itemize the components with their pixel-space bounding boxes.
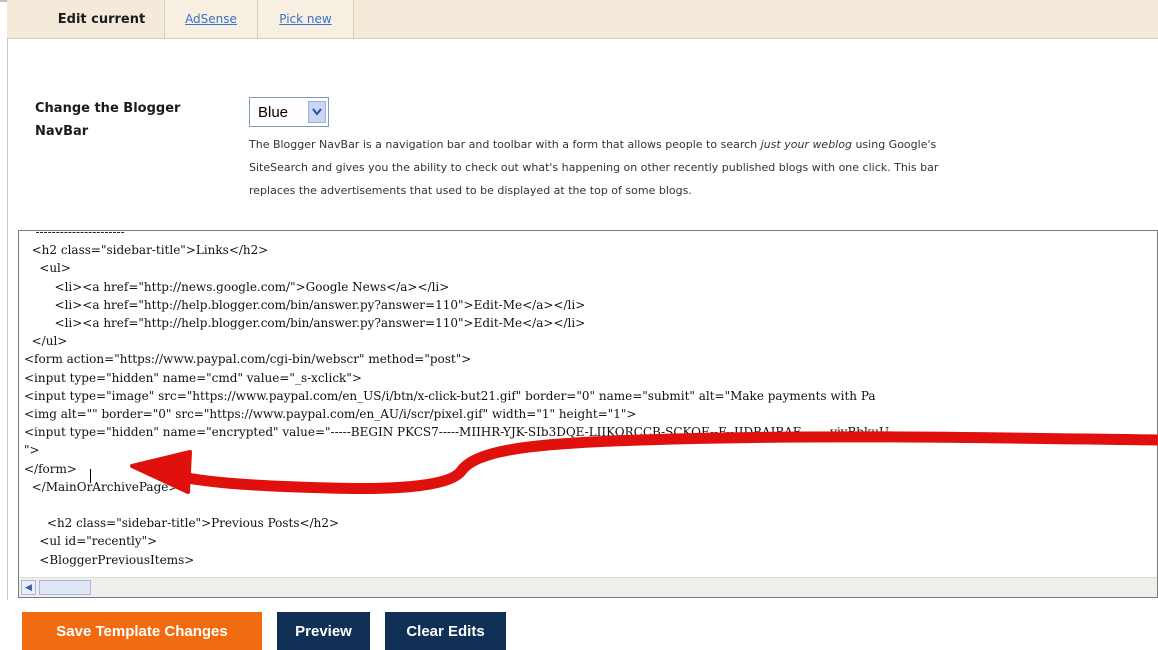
code-line: <input type="hidden" name="encrypted" va… [24,425,890,440]
navbar-section-title: Change the Blogger NavBar [35,101,181,139]
tab-link[interactable]: AdSense [185,12,237,26]
code-line: <img alt="" border="0" src="https://www.… [24,407,637,422]
tab-adsense[interactable]: AdSense [165,0,258,38]
code-line: <BloggerPreviousItems> [39,552,195,567]
tab-pick-new[interactable]: Pick new [258,0,354,38]
chevron-down-icon[interactable] [308,101,326,123]
tab-label: Edit current [57,11,146,27]
code-line: ---------------------- [35,230,125,239]
code-line: </form> [24,461,77,476]
description-emphasis: just your weblog [760,138,852,151]
tab-edit-current[interactable]: Edit current [39,0,165,38]
template-code[interactable]: ---------------------- <h2 class="sideba… [24,230,890,569]
code-line: <ul> [39,261,71,276]
scrollbar-thumb[interactable] [39,580,91,595]
select-value: Blue [258,103,289,121]
description-text: The Blogger NavBar is a navigation bar a… [249,138,761,151]
code-line: <h2 class="sidebar-title">Previous Posts… [46,516,340,531]
code-line: <h2 class="sidebar-title">Links</h2> [31,243,269,258]
code-line: "> [24,443,40,458]
window-left-border [7,0,8,600]
scroll-left-arrow-icon[interactable]: ◀ [21,580,36,595]
save-template-button[interactable]: Save Template Changes [22,612,262,650]
navbar-color-select[interactable]: Blue [249,97,329,127]
code-line: <li><a href="http://help.blogger.com/bin… [54,316,586,331]
clear-edits-button[interactable]: Clear Edits [385,612,506,650]
navbar-description: The Blogger NavBar is a navigation bar a… [249,133,949,202]
code-line: <li><a href="http://help.blogger.com/bin… [54,297,586,312]
code-line: </ul> [31,334,68,349]
code-line: <ul id="recently"> [39,534,158,549]
tab-link[interactable]: Pick new [279,12,331,26]
code-line: <input type="hidden" name="cmd" value="_… [24,370,362,385]
horizontal-scrollbar[interactable]: ◀ [19,577,1157,597]
code-line: <form action="https://www.paypal.com/cgi… [24,352,472,367]
text-cursor [90,469,91,483]
code-line: </MainOrArchivePage> [31,479,179,494]
code-line: <input type="image" src="https://www.pay… [24,388,876,403]
tab-bar: Edit current AdSense Pick new [7,0,1158,39]
preview-button[interactable]: Preview [277,612,370,650]
template-code-editor[interactable]: ---------------------- <h2 class="sideba… [18,230,1158,598]
code-line: <li><a href="http://news.google.com/">Go… [54,279,450,294]
